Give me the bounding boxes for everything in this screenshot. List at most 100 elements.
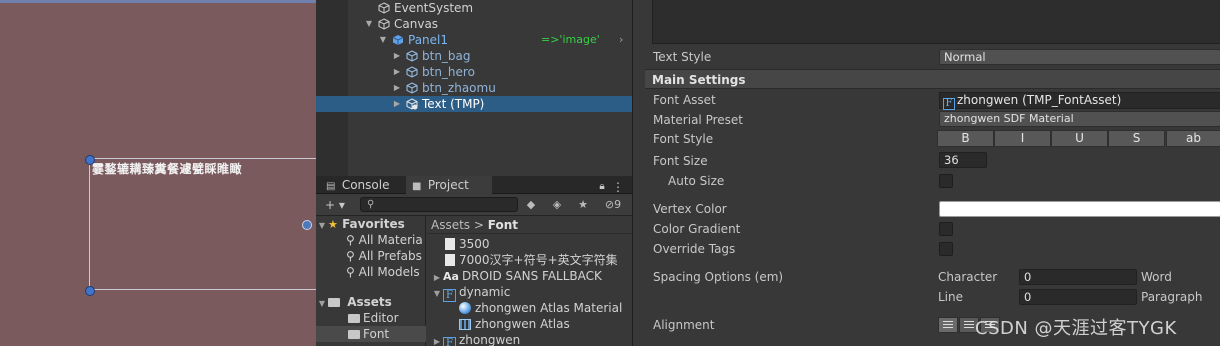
- rect-handle-bottom-left[interactable]: [85, 286, 95, 296]
- collapsed-arrow-icon[interactable]: ▶: [431, 334, 443, 346]
- tree-all-prefabs[interactable]: ⚲ All Prefabs: [316, 248, 426, 264]
- underline-button[interactable]: U: [1051, 130, 1108, 147]
- file-label: dynamic: [459, 285, 511, 299]
- font-asset-field[interactable]: Fzhongwen (TMP_FontAsset): [939, 92, 1220, 110]
- file-item-atlas[interactable]: zhongwen Atlas: [427, 316, 632, 332]
- line-spacing-input[interactable]: 0: [1019, 289, 1137, 305]
- align-left-button[interactable]: [938, 317, 958, 333]
- align-center-icon: [964, 321, 974, 329]
- expanded-arrow-icon[interactable]: ▼: [364, 16, 374, 32]
- favorite-star-icon[interactable]: ★: [572, 197, 594, 213]
- collapsed-arrow-icon[interactable]: ▶: [392, 64, 402, 80]
- align-left-icon: [943, 321, 953, 329]
- search-icon: ⚲: [346, 249, 355, 263]
- file-item-charset[interactable]: 7000汉字+符号+英文字符集: [427, 252, 632, 268]
- tree-all-materials[interactable]: ⚲ All Materia: [316, 232, 426, 248]
- tree-all-models[interactable]: ⚲ All Models: [316, 264, 426, 280]
- expanded-arrow-icon[interactable]: ▼: [378, 32, 388, 48]
- tab-project[interactable]: ■ Project: [406, 176, 492, 194]
- kebab-menu-icon[interactable]: ⋮: [612, 179, 624, 195]
- scene-tmp-text: 霎鍪辘耩臻糞餐遽甓睬睢瞰: [92, 162, 243, 176]
- tree-assets[interactable]: ▼ Assets: [316, 294, 426, 310]
- text-style-dropdown[interactable]: Normal: [939, 49, 1220, 65]
- breadcrumb-current[interactable]: Font: [488, 218, 518, 232]
- file-label: zhongwen Atlas Material: [475, 301, 623, 315]
- override-tags-label: Override Tags: [653, 242, 736, 256]
- create-button[interactable]: + ▾: [320, 197, 350, 213]
- tree-label: Font: [363, 327, 390, 341]
- color-gradient-checkbox[interactable]: [939, 222, 953, 236]
- main-settings-header[interactable]: Main Settings: [645, 69, 1220, 89]
- gameobject-added-icon: [406, 98, 418, 110]
- hierarchy-item-text-tmp[interactable]: ▶ Text (TMP): [316, 96, 632, 112]
- tree-font[interactable]: Font: [316, 326, 426, 342]
- tree-editor[interactable]: Editor: [316, 310, 426, 326]
- file-item-dynamic[interactable]: ▼ Fdynamic: [427, 284, 632, 302]
- filter-by-label-icon[interactable]: ◈: [546, 197, 568, 213]
- hierarchy-item-canvas[interactable]: ▼ Canvas: [316, 16, 632, 32]
- vertex-color-swatch[interactable]: [939, 201, 1220, 217]
- bold-button[interactable]: B: [937, 130, 994, 147]
- hierarchy-item-btn-bag[interactable]: ▶ btn_bag: [316, 48, 632, 64]
- hierarchy-label: Canvas: [394, 17, 439, 31]
- scene-top-border: [0, 0, 316, 3]
- text-file-icon: [445, 254, 455, 266]
- hierarchy-item-btn-hero[interactable]: ▶ btn_hero: [316, 64, 632, 80]
- material-sphere-icon: [459, 302, 471, 314]
- lowercase-button[interactable]: ab: [1166, 130, 1220, 147]
- collapsed-arrow-icon[interactable]: ▶: [392, 80, 402, 96]
- auto-size-checkbox[interactable]: [939, 174, 953, 188]
- collapsed-arrow-icon[interactable]: ▶: [392, 96, 402, 112]
- character-spacing-input[interactable]: 0: [1019, 269, 1137, 285]
- tab-console[interactable]: ▤ Console: [320, 176, 404, 194]
- collapsed-arrow-icon[interactable]: ▶: [392, 48, 402, 64]
- tree-label: Assets: [347, 295, 392, 309]
- hierarchy-label: btn_bag: [422, 49, 471, 63]
- hierarchy-item-btn-zhaomu[interactable]: ▶ btn_zhaomu: [316, 80, 632, 96]
- word-spacing-label: Word: [1141, 270, 1172, 284]
- hierarchy-label: EventSystem: [394, 1, 474, 15]
- spacing-options-label: Spacing Options (em): [653, 270, 784, 284]
- prefab-cube-icon: [406, 50, 418, 62]
- rect-transform-frame[interactable]: [89, 158, 316, 290]
- breadcrumb-root[interactable]: Assets: [431, 218, 470, 232]
- project-folder-tree[interactable]: ▼ ★ Favorites ⚲ All Materia ⚲ All Prefabs…: [316, 216, 426, 346]
- font-size-input[interactable]: 36: [939, 152, 987, 168]
- vertex-color-label: Vertex Color: [653, 202, 727, 216]
- file-item-zhongwen[interactable]: ▶ Fzhongwen: [427, 332, 632, 346]
- color-gradient-label: Color Gradient: [653, 222, 741, 236]
- search-input[interactable]: ⚲: [360, 197, 518, 212]
- tree-label: All Materia: [358, 233, 423, 247]
- font-style-label: Font Style: [653, 132, 714, 146]
- file-item-3500[interactable]: 3500: [427, 236, 632, 252]
- breadcrumb-separator: >: [473, 218, 484, 232]
- rect-handle-right[interactable]: [302, 220, 312, 230]
- chevron-right-icon[interactable]: ›: [619, 32, 623, 48]
- tree-favorites[interactable]: ▼ ★ Favorites: [316, 216, 426, 232]
- project-panel[interactable]: ▤ Console ■ Project 🔒︎ ⋮ + ▾ ⚲ ◆ ◈ ★ ⊘9 …: [316, 176, 632, 346]
- tab-label: Console: [341, 178, 390, 192]
- hierarchy-item-panel1[interactable]: ▼ Panel1 =>'image' ›: [316, 32, 632, 48]
- hierarchy-label: btn_zhaomu: [422, 81, 496, 95]
- watermark: CSDN @天涯过客TYGK: [975, 318, 1177, 339]
- lock-icon[interactable]: 🔒︎: [596, 179, 608, 195]
- override-tags-checkbox[interactable]: [939, 242, 953, 256]
- prefab-cube-icon: [406, 66, 418, 78]
- tmp-font-asset-icon: F: [943, 98, 955, 110]
- inspector-panel[interactable]: Text Style Normal Main Settings Font Ass…: [632, 0, 1220, 346]
- alignment-label: Alignment: [653, 318, 715, 332]
- hidden-packages-button[interactable]: ⊘9: [598, 197, 628, 213]
- texture-atlas-icon: [459, 319, 471, 330]
- project-file-list[interactable]: Assets > Font 3500 7000汉字+符号+英文字符集 ▶ Aa DR…: [427, 216, 632, 346]
- file-item-atlas-material[interactable]: zhongwen Atlas Material: [427, 300, 632, 316]
- strikethrough-button[interactable]: S: [1108, 130, 1165, 147]
- material-preset-dropdown[interactable]: zhongwen SDF Material: [939, 111, 1220, 127]
- scene-view[interactable]: 霎鍪辘耩臻糞餐遽甓睬睢瞰: [0, 0, 316, 346]
- hierarchy-panel[interactable]: EventSystem ▼ Canvas ▼ Panel1 =>'image' …: [316, 0, 632, 176]
- text-input-box[interactable]: [652, 0, 1220, 44]
- hierarchy-item-eventsystem[interactable]: EventSystem: [316, 0, 632, 16]
- text-file-icon: [445, 238, 455, 250]
- file-item-droid-sans[interactable]: ▶ Aa DROID SANS FALLBACK: [427, 268, 632, 284]
- filter-by-type-icon[interactable]: ◆: [520, 197, 542, 213]
- italic-button[interactable]: I: [994, 130, 1051, 147]
